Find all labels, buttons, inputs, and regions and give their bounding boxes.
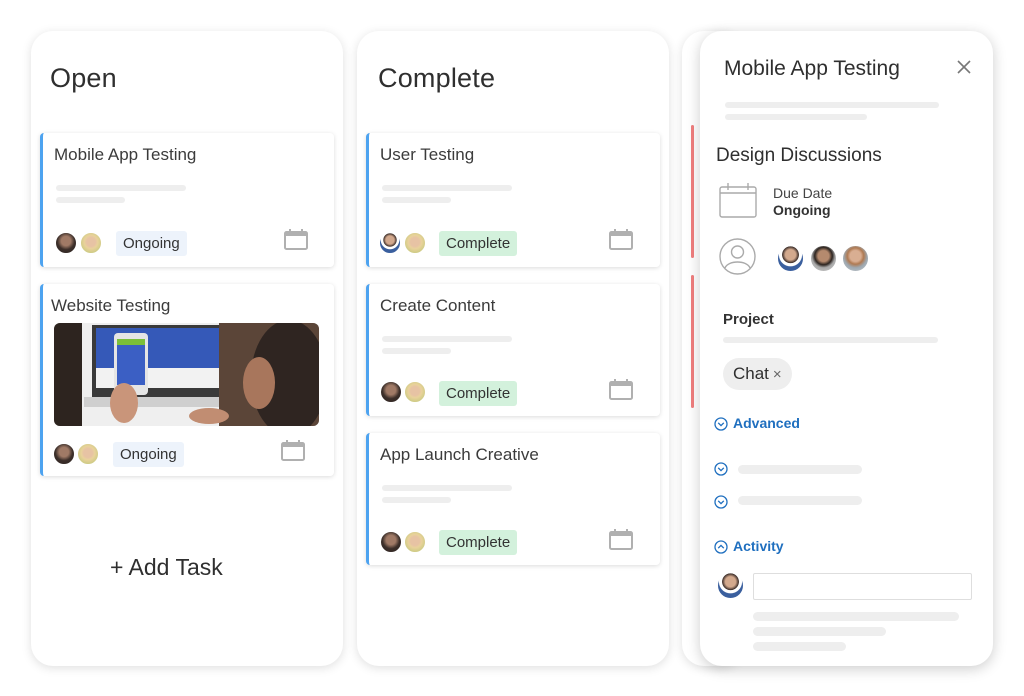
calendar-icon[interactable] [609,529,633,550]
description-placeholder [382,336,512,342]
column-title: Open [50,63,117,93]
avatar[interactable] [80,232,102,254]
activity-placeholder [753,627,886,636]
calendar-icon[interactable] [281,440,305,461]
avatar[interactable] [404,381,426,403]
avatar[interactable] [404,531,426,553]
column-open: Open Mobile App Testing Ongoing Website … [31,31,343,666]
task-card[interactable]: Website Testing Ongoing [40,284,334,476]
column-title: Complete [378,63,496,93]
avatar[interactable] [77,443,99,465]
close-icon[interactable] [956,59,972,75]
calendar-icon[interactable] [284,229,308,250]
project-label: Project [723,311,774,328]
calendar-icon[interactable] [609,379,633,400]
avatar[interactable] [379,232,401,254]
calendar-icon[interactable] [609,229,633,250]
task-card[interactable]: User Testing Complete [366,133,660,267]
add-task-button[interactable]: + Add Task [110,554,223,581]
description-placeholder [382,348,451,354]
chip-remove-icon[interactable]: × [773,366,782,383]
assignee-avatar[interactable] [810,245,837,272]
task-card[interactable]: App Launch Creative Complete [366,433,660,565]
activity-placeholder [753,612,959,621]
avatar[interactable] [404,232,426,254]
advanced-option-placeholder [738,496,862,505]
description-placeholder [382,497,451,503]
avatar[interactable] [380,531,402,553]
description-placeholder [382,185,512,191]
description-placeholder [725,114,867,120]
description-placeholder [382,485,512,491]
card-title: User Testing [380,145,475,164]
card-title: App Launch Creative [380,445,539,464]
project-chip[interactable]: Chat × [723,358,792,390]
status-badge[interactable]: Ongoing [116,231,187,256]
due-date-label: Due Date [773,185,833,201]
activity-placeholder [753,642,846,651]
card-title: Create Content [380,296,496,315]
card-cover-image [54,323,319,426]
column-complete: Complete User Testing Complete Create Co… [357,31,669,666]
description-placeholder [725,102,939,108]
card-accent-bar [691,275,694,408]
description-placeholder [382,197,451,203]
description-placeholder [56,185,186,191]
section-title: Design Discussions [716,145,882,166]
description-placeholder [56,197,125,203]
calendar-icon[interactable] [719,183,757,218]
advanced-option-placeholder [738,465,862,474]
chevron-down-circle-icon[interactable] [714,495,728,509]
chevron-down-circle-icon[interactable] [714,462,728,476]
status-badge[interactable]: Complete [439,231,518,256]
due-date-value[interactable]: Ongoing [773,202,831,218]
advanced-toggle[interactable]: Advanced [733,415,800,431]
avatar[interactable] [55,232,77,254]
chevron-up-circle-icon[interactable] [714,540,728,554]
status-badge[interactable]: Ongoing [113,442,184,467]
card-title: Website Testing [51,296,171,315]
status-badge[interactable]: Complete [439,381,518,406]
comment-input[interactable] [753,573,972,600]
avatar[interactable] [380,381,402,403]
project-placeholder [723,337,938,343]
user-icon[interactable] [719,238,756,275]
card-accent-bar [691,125,694,258]
task-card[interactable]: Mobile App Testing Ongoing [40,133,334,267]
avatar[interactable] [53,443,75,465]
card-title: Mobile App Testing [54,145,197,164]
chip-label: Chat [733,364,769,383]
task-card[interactable]: Create Content Complete [366,284,660,416]
detail-title: Mobile App Testing [724,57,900,80]
activity-toggle[interactable]: Activity [733,538,784,554]
chevron-down-circle-icon[interactable] [714,417,728,431]
status-badge[interactable]: Complete [439,530,518,555]
current-user-avatar [717,572,744,599]
assignee-avatar[interactable] [842,245,869,272]
assignee-avatar[interactable] [777,245,804,272]
task-detail-panel: Mobile App Testing Design Discussions Du… [700,31,993,666]
